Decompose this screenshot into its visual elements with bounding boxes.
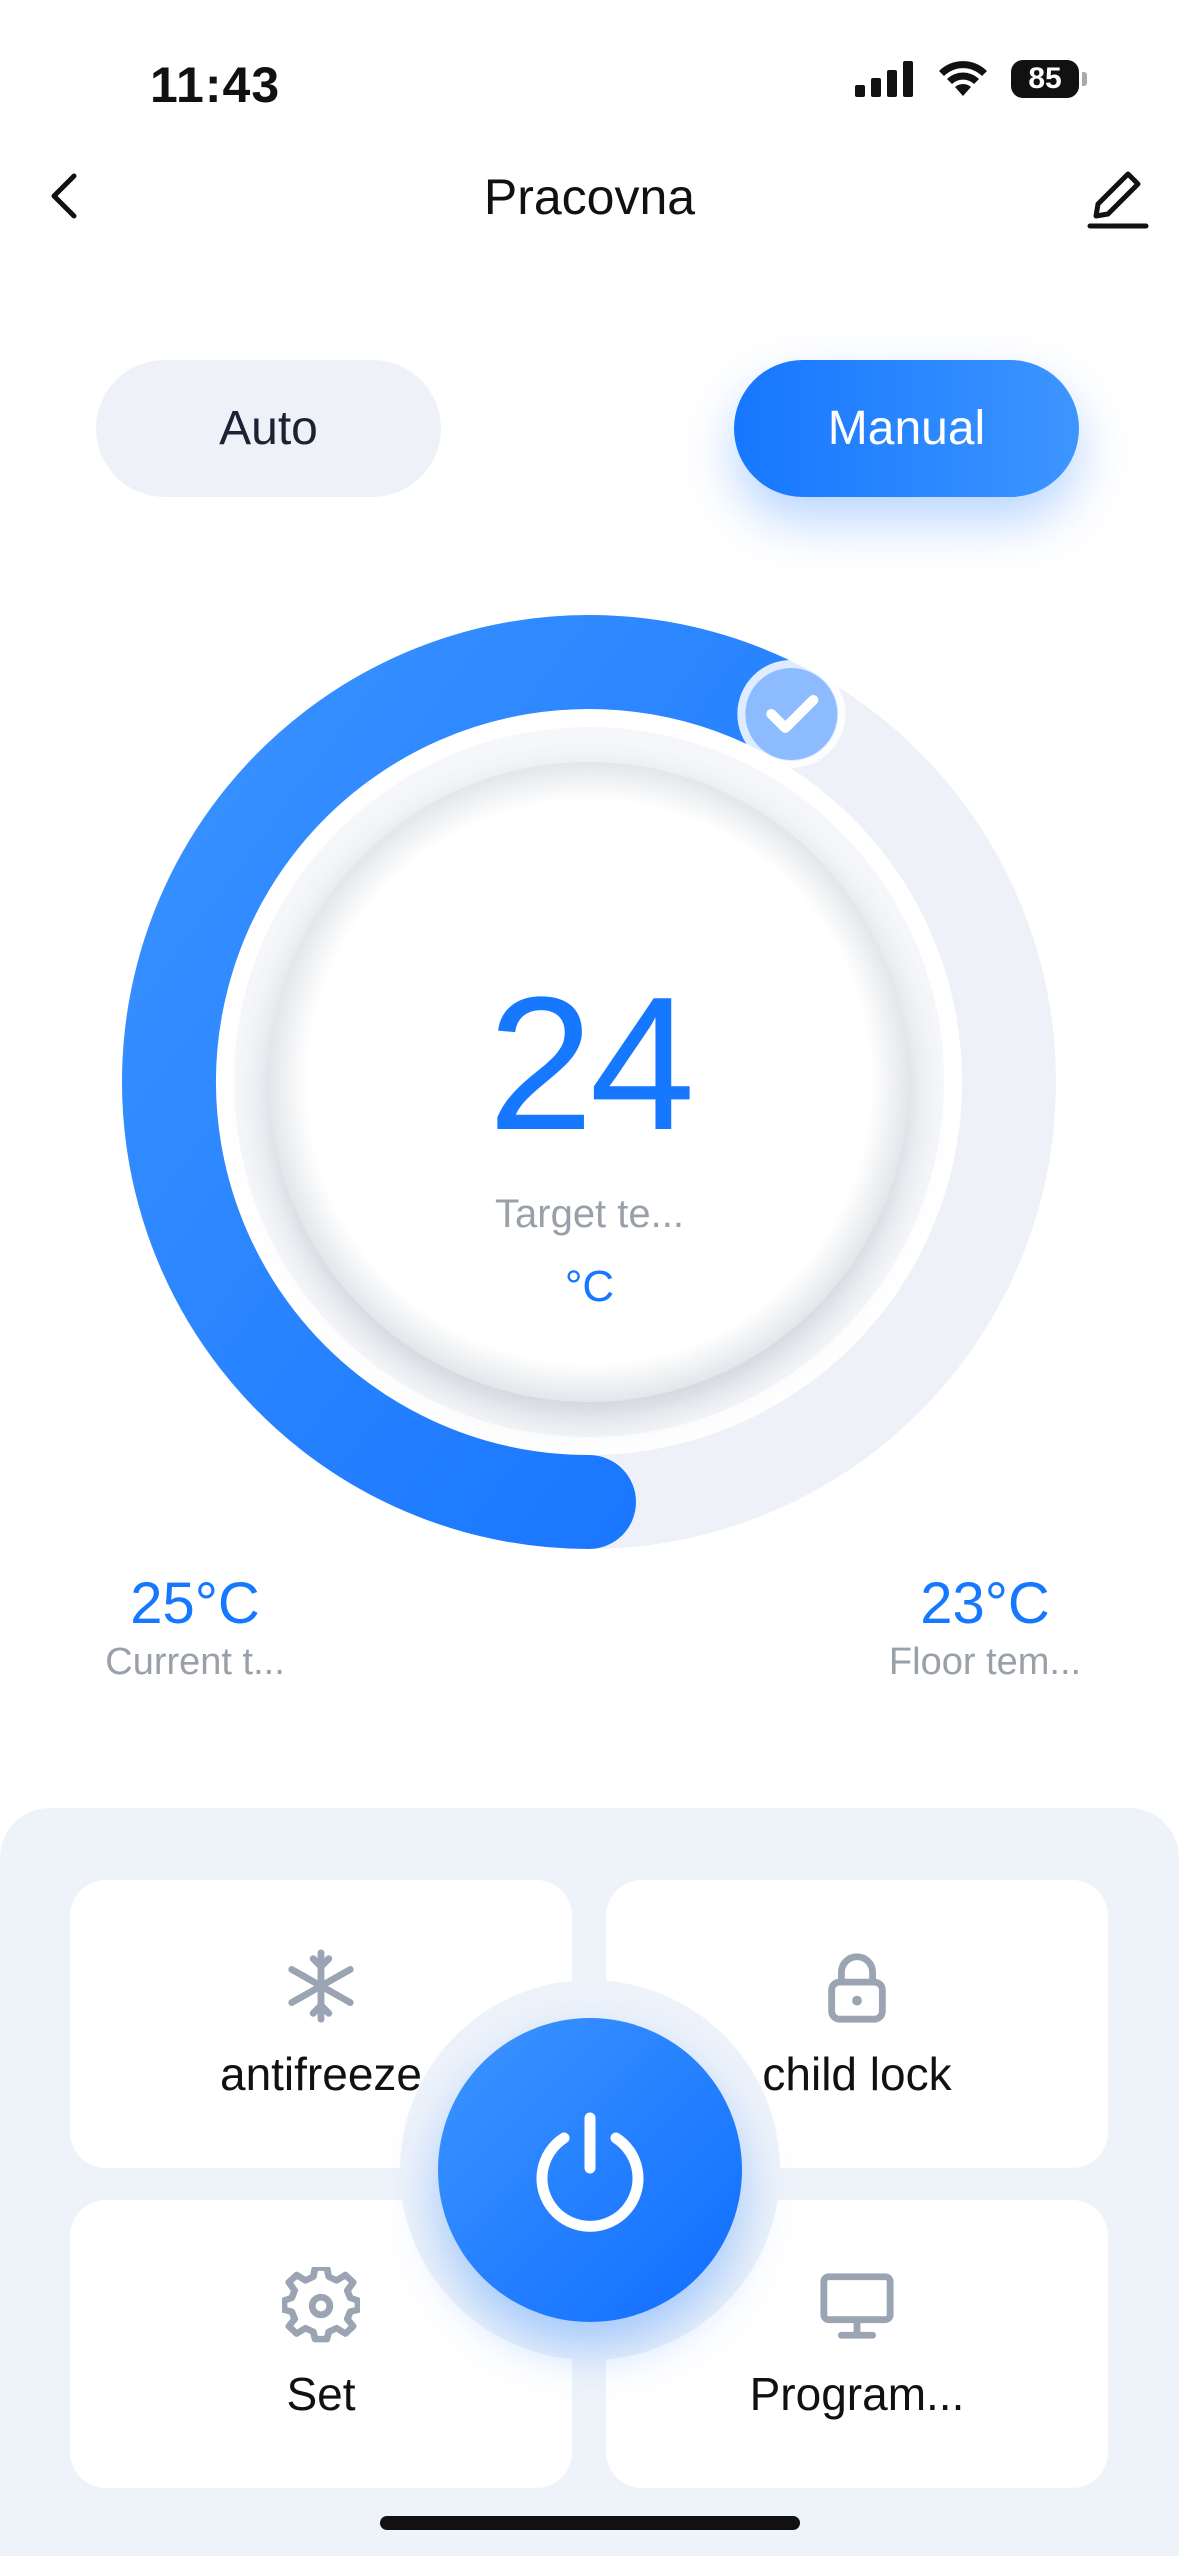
- dial-handle[interactable]: [737, 659, 846, 768]
- current-temperature: 25°C Current t...: [70, 1570, 320, 1684]
- antifreeze-label: antifreeze: [219, 2048, 422, 2100]
- power-button[interactable]: [438, 2018, 742, 2322]
- floor-temperature-value: 23°C: [920, 1571, 1050, 1636]
- program-label: Program...: [749, 2368, 965, 2420]
- home-indicator[interactable]: [380, 2516, 800, 2530]
- power-icon: [536, 2112, 644, 2232]
- set-label: Set: [286, 2368, 356, 2420]
- gear-icon: [282, 2267, 360, 2343]
- snowflake-icon: [288, 1949, 354, 2023]
- child-lock-label: child lock: [762, 2048, 952, 2100]
- target-temperature-value: 24: [487, 958, 695, 1170]
- monitor-icon: [820, 2273, 894, 2339]
- dial-handle-inner[interactable]: [745, 667, 838, 760]
- target-temperature-unit: °C: [564, 1262, 615, 1311]
- temperature-dial[interactable]: [0, 0, 1179, 1600]
- floor-temperature: 23°C Floor tem...: [860, 1570, 1110, 1684]
- lock-icon: [828, 1953, 886, 2023]
- current-temperature-label: Current t...: [105, 1641, 285, 1683]
- current-temperature-value: 25°C: [130, 1571, 260, 1636]
- floor-temperature-label: Floor tem...: [888, 1641, 1082, 1683]
- target-temperature-label: Target te...: [495, 1192, 684, 1236]
